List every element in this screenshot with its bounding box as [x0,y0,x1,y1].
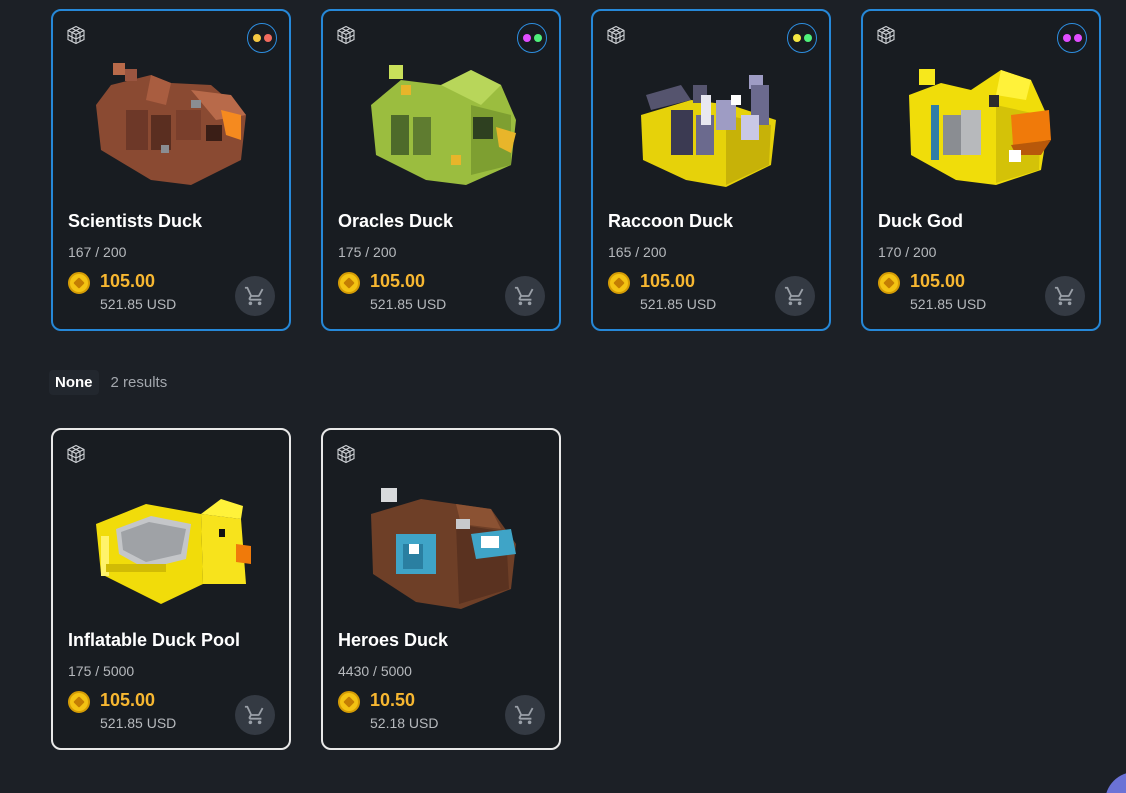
edition-count: 175 / 5000 [68,663,135,679]
coin-icon [338,272,360,294]
duck-image [371,488,516,609]
cube-wireframe-icon[interactable] [336,25,356,45]
price: 105.00 [910,271,966,291]
product-name: Scientists Duck [68,211,203,231]
product-name: Inflatable Duck Pool [68,630,241,650]
add-to-cart-button[interactable] [235,276,275,316]
chat-launcher-button[interactable] [1105,772,1126,793]
product-name: Oracles Duck [338,211,454,231]
rarity-dot [263,34,272,42]
group-header: None 2 results [49,370,167,395]
shopping-cart-icon [784,285,806,307]
product-card[interactable]: Raccoon Duck 165 / 200 105.00 521.85 USD [591,9,831,331]
product-name: Heroes Duck [338,630,449,650]
price: 105.00 [370,271,426,291]
product-card[interactable]: Heroes Duck 4430 / 5000 10.50 52.18 USD [321,428,561,750]
product-card[interactable]: Duck God 170 / 200 105.00 521.85 USD [861,9,1101,331]
price: 105.00 [100,271,156,291]
shopping-cart-icon [514,704,536,726]
product-name: Duck God [878,211,964,231]
coin-icon [878,272,900,294]
cube-wireframe-icon[interactable] [606,25,626,45]
add-to-cart-button[interactable] [505,276,545,316]
shopping-cart-icon [244,704,266,726]
shopping-cart-icon [514,285,536,307]
rarity-dot [1073,34,1082,42]
duck-image [96,63,246,185]
rarity-dot [522,34,531,42]
product-card[interactable]: Scientists Duck 167 / 200 105.00 521.85 … [51,9,291,331]
duck-image [96,499,251,604]
coin-icon [338,691,360,713]
usd-price: 521.85 USD [100,296,177,312]
add-to-cart-button[interactable] [505,695,545,735]
product-card[interactable]: Oracles Duck 175 / 200 105.00 521.85 USD [321,9,561,331]
rarity-dot [803,34,812,42]
product-card[interactable]: Inflatable Duck Pool 175 / 5000 105.00 5… [51,428,291,750]
rarity-dot [533,34,542,42]
edition-count: 4430 / 5000 [338,663,412,679]
rarity-dot [1062,34,1071,42]
usd-price: 52.18 USD [370,715,439,731]
cube-wireframe-icon[interactable] [66,25,86,45]
shopping-cart-icon [244,285,266,307]
coin-icon [608,272,630,294]
price: 10.50 [370,690,416,710]
edition-count: 165 / 200 [608,244,667,260]
edition-count: 175 / 200 [338,244,397,260]
usd-price: 521.85 USD [100,715,177,731]
rarity-badge [517,23,547,53]
usd-price: 521.85 USD [640,296,717,312]
usd-price: 521.85 USD [370,296,447,312]
rarity-dot [792,34,801,42]
add-to-cart-button[interactable] [1045,276,1085,316]
edition-count: 167 / 200 [68,244,127,260]
duck-image [371,65,516,185]
duck-image [641,75,776,187]
rarity-badge [247,23,277,53]
rarity-badge [1057,23,1087,53]
coin-icon [68,272,90,294]
coin-icon [68,691,90,713]
add-to-cart-button[interactable] [775,276,815,316]
product-name: Raccoon Duck [608,211,734,231]
rarity-badge [787,23,817,53]
results-count: 2 results [110,374,168,391]
price: 105.00 [100,690,156,710]
cube-wireframe-icon[interactable] [336,444,356,464]
price: 105.00 [640,271,696,291]
usd-price: 521.85 USD [910,296,987,312]
duck-image [909,69,1051,185]
cube-wireframe-icon[interactable] [66,444,86,464]
add-to-cart-button[interactable] [235,695,275,735]
cube-wireframe-icon[interactable] [876,25,896,45]
edition-count: 170 / 200 [878,244,937,260]
group-label[interactable]: None [49,370,99,395]
shopping-cart-icon [1054,285,1076,307]
rarity-dot [252,34,261,42]
